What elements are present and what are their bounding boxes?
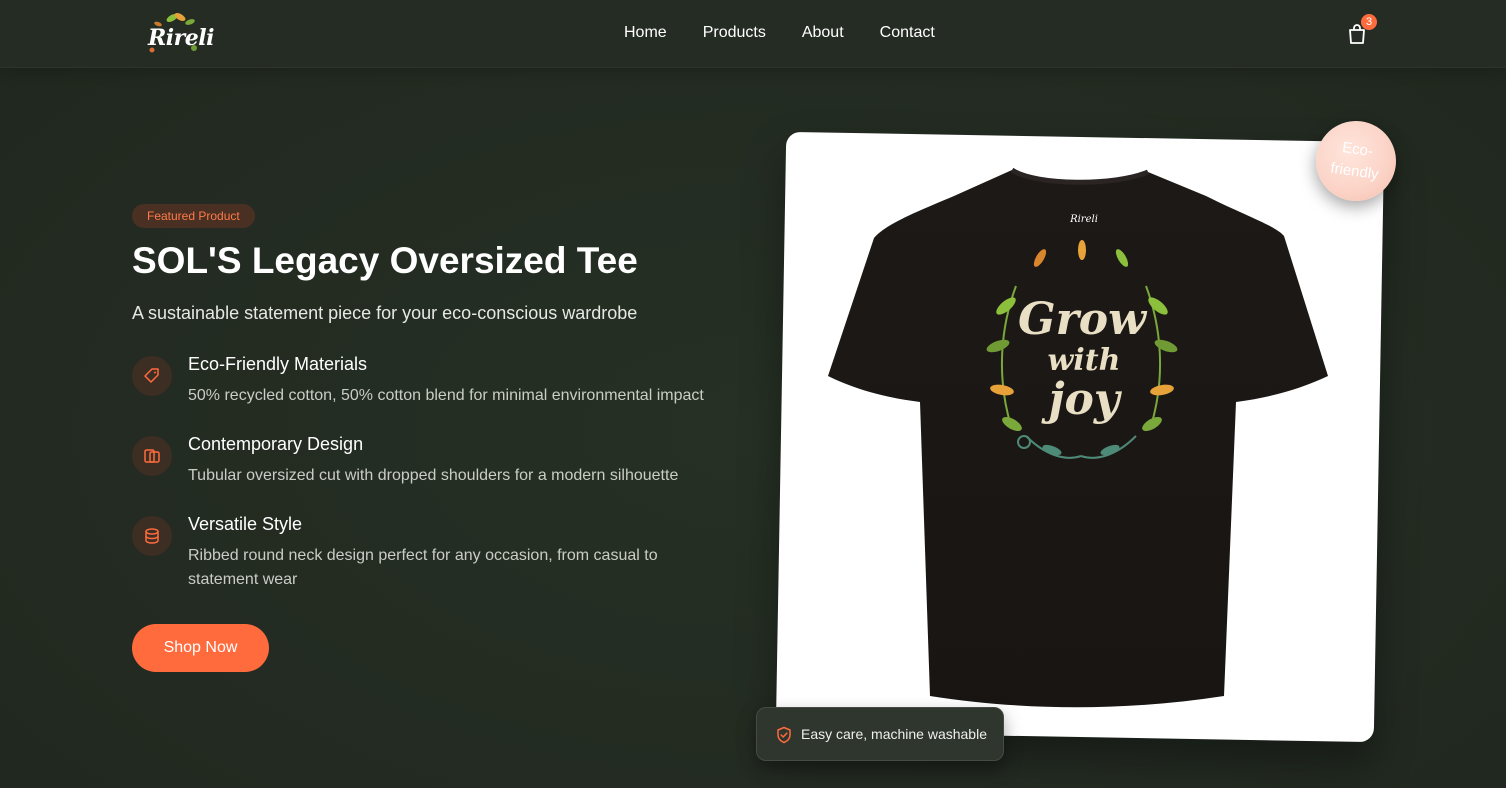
tag-icon <box>132 356 172 396</box>
cart-count-badge: 3 <box>1361 14 1377 30</box>
shirt-logo-text: Rireli <box>1069 214 1098 225</box>
t-shirt-image: Grow with joy Rireli <box>828 167 1328 708</box>
product-subtitle: A sustainable statement piece for your e… <box>132 303 638 323</box>
product-title: SOL'S Legacy Oversized Tee <box>132 240 638 281</box>
cylinder-icon <box>132 516 172 556</box>
shirt-print-text: with <box>1048 343 1121 378</box>
brand-logo[interactable]: Rireli <box>144 10 214 58</box>
nav-products-link[interactable]: Products <box>703 24 766 42</box>
nav-about-link[interactable]: About <box>802 24 844 42</box>
feature-description: 50% recycled cotton, 50% cotton blend fo… <box>188 387 704 404</box>
care-note: Easy care, machine washable <box>801 726 987 742</box>
nav-home-link[interactable]: Home <box>624 24 667 42</box>
layers-icon <box>132 436 172 476</box>
shop-now-button[interactable]: Shop Now <box>132 624 269 672</box>
feature-description: Ribbed round neck design perfect for any… <box>188 547 658 588</box>
feature-title: Contemporary Design <box>188 434 364 454</box>
shirt-print-text: joy <box>1041 374 1123 425</box>
care-info-pill: Easy care, machine washable <box>756 707 1004 761</box>
eco-badge-label: Eco-friendly <box>1329 139 1380 184</box>
nav-contact-link[interactable]: Contact <box>880 24 935 42</box>
feature-description: Tubular oversized cut with dropped shoul… <box>188 467 679 484</box>
logo-wordmark: Rireli <box>148 25 214 51</box>
shield-check-icon <box>777 726 791 744</box>
feature-title: Eco-Friendly Materials <box>188 354 368 374</box>
top-navigation: Rireli Home Products About Contact 3 <box>0 0 1506 68</box>
shirt-print-text: Grow <box>1018 294 1148 345</box>
feature-title: Versatile Style <box>188 514 303 534</box>
featured-badge: Featured Product <box>132 204 255 228</box>
nav-links: Home Products About Contact <box>624 24 971 42</box>
